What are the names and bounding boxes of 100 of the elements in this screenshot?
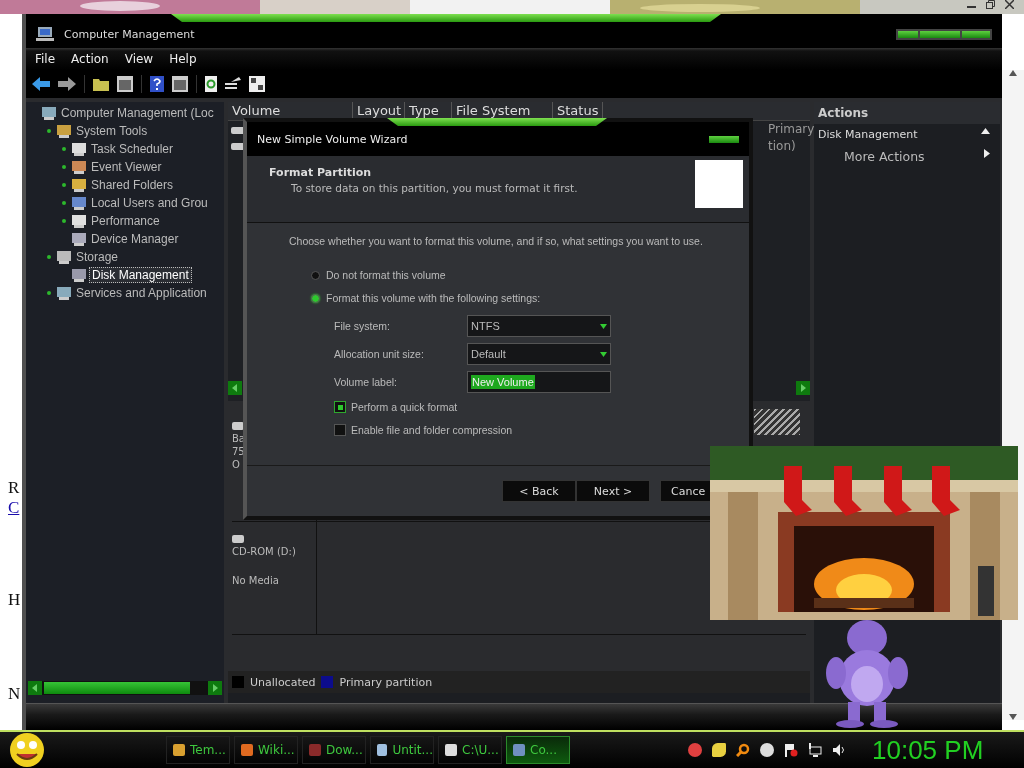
radio-button[interactable] [311,270,320,280]
radio-button[interactable] [311,293,320,303]
dropdown-arrow-icon [600,323,607,329]
checkbox[interactable] [334,424,346,436]
scroll-thumb[interactable] [44,682,190,694]
dropdown[interactable]: NTFS [467,315,611,337]
close-icon[interactable] [1005,0,1014,9]
tree-node-icon [71,213,87,229]
tree-node-icon [71,141,87,157]
app-icon [377,744,388,756]
folder-icon[interactable] [93,77,109,91]
field-label: Allocation unit size: [334,348,425,360]
help-icon[interactable] [150,76,164,92]
checkbox[interactable] [334,401,346,413]
scroll-down-icon[interactable] [1008,714,1017,720]
menu-item[interactable]: Help [169,52,197,66]
computer-icon [36,26,54,42]
taskbar-button[interactable]: Tem... [166,736,230,764]
export-icon[interactable] [225,77,241,91]
taskbar-button[interactable]: Dow... [302,736,366,764]
grid-icon[interactable] [249,76,265,92]
app-icon [241,744,253,756]
drive-icon [232,419,244,431]
tree-node-icon [56,285,72,301]
expand-dot-icon[interactable] [62,147,66,151]
menu-item[interactable]: Action [71,52,109,66]
panel-title: Actions [814,102,1000,124]
field-label: Volume label: [334,376,399,388]
speaker-icon[interactable] [832,743,846,757]
disk-label: 75 [232,446,246,457]
option-label: Do not format this volume [326,269,446,281]
tree-item[interactable]: Performance [89,214,162,228]
action-section-title[interactable]: Disk Management [818,128,918,141]
scroll-right-button[interactable] [796,381,810,395]
expand-dot-icon[interactable] [47,129,51,133]
tree-node-icon [56,123,72,139]
table-cell-text: tion) [768,138,797,155]
disk-label: CD-ROM (D:) [232,546,297,557]
tree-item[interactable]: Storage [74,250,121,264]
close-button[interactable] [962,30,990,38]
expand-dot-icon[interactable] [47,291,51,295]
dialog-title: New Simple Volume Wizard [257,132,408,146]
status-icon[interactable] [760,743,774,757]
maximize-button[interactable] [920,30,960,38]
back-arrow-icon[interactable] [32,77,50,91]
expand-dot-icon[interactable] [62,219,66,223]
menu-item[interactable]: File [35,52,56,66]
taskbar-button[interactable]: Wiki... [234,736,298,764]
expand-dot-icon[interactable] [62,201,66,205]
checkbox-label: Perform a quick format [351,401,458,413]
page-text: H [8,590,21,610]
dropdown-arrow-icon [600,351,607,357]
menu-item[interactable]: View [124,52,154,66]
flag-icon[interactable] [784,743,798,757]
close-button[interactable] [709,135,739,143]
expand-dot-icon[interactable] [47,255,51,259]
window-title: Computer Management [64,27,195,41]
taskbar-button[interactable]: Untit... [370,736,434,764]
tree-node-icon [56,249,72,265]
action-link[interactable]: More Actions [844,149,925,164]
tree-item[interactable]: Task Scheduler [89,142,176,156]
tree-item[interactable]: Local Users and Grou [89,196,210,210]
search-icon[interactable] [736,743,750,757]
field-label: File system: [334,320,391,332]
taskbar-button[interactable]: C:\U... [438,736,502,764]
panel-icon[interactable] [117,76,133,92]
legend-label: Unallocated [250,675,316,689]
tree-item[interactable]: Device Manager [89,232,181,246]
scroll-left-button[interactable] [228,381,242,395]
tree-node-icon [41,105,57,121]
partition-block[interactable] [754,409,800,435]
dialog-button[interactable]: Next > [576,480,650,502]
page-text: N [8,684,21,704]
tree-item[interactable]: Event Viewer [89,160,164,174]
panel-icon[interactable] [172,76,188,92]
wizard-subtitle: To store data on this partition, you must format it first. [290,182,578,194]
dialog-button[interactable]: < Back [502,480,576,502]
minimize-button[interactable] [898,30,918,38]
taskbar-button[interactable]: Co... [506,736,570,764]
clock: 10:05 PM [872,734,984,766]
tree-item[interactable]: Shared Folders [89,178,176,192]
checkbox-label: Enable file and folder compression [351,424,513,436]
smiley-icon[interactable] [8,732,46,768]
dropdown[interactable]: Default [467,343,611,365]
tree-item[interactable]: Computer Management (Loc [59,106,216,120]
refresh-icon[interactable] [205,76,217,92]
tree-item[interactable]: Disk Management [89,267,192,283]
disk-label: No Media [232,575,280,586]
header-image [695,160,743,208]
tree-item[interactable]: Services and Application [74,286,209,300]
dialog-button[interactable]: Cance [660,480,710,502]
tree-item[interactable]: System Tools [74,124,150,138]
forward-arrow-icon[interactable] [58,77,76,91]
expand-dot-icon[interactable] [62,165,66,169]
expand-dot-icon[interactable] [62,183,66,187]
submenu-arrow-icon[interactable] [984,149,990,158]
scroll-up-icon[interactable] [1008,70,1017,76]
network-icon[interactable] [808,743,822,757]
restore-icon[interactable] [986,0,995,9]
collapse-icon[interactable] [981,128,990,134]
